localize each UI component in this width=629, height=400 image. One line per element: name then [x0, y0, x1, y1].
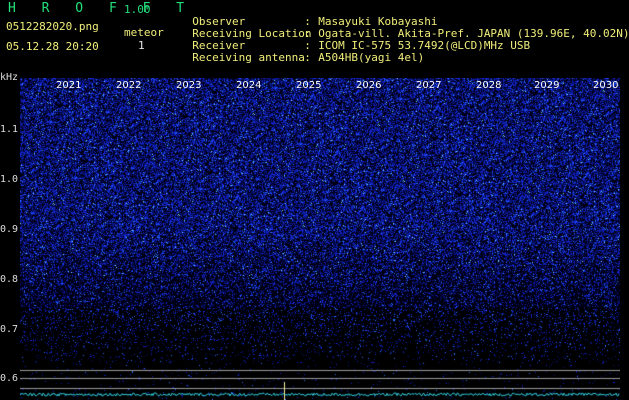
meteor-label: meteor	[124, 26, 164, 39]
y-tick-label: 0.7	[0, 324, 19, 335]
year-label: 2029	[534, 80, 560, 91]
year-label: 2027	[416, 80, 442, 91]
khz-unit-label: kHz	[0, 72, 19, 83]
info-sep: :	[304, 51, 311, 64]
timestamp-label: 05.12.28 20:20	[6, 40, 99, 53]
info-value: A504HB(yagi 4el)	[318, 51, 425, 64]
year-label: 2022	[116, 80, 142, 91]
meteor-count: 1	[138, 39, 145, 52]
y-tick-label: 1.1	[0, 124, 19, 135]
year-label: 2030	[593, 80, 619, 91]
info-antenna: Receiving antenna: A504HB(yagi 4el)	[179, 41, 424, 63]
year-label: 2025	[296, 80, 322, 91]
year-label: 2021	[56, 80, 82, 91]
year-label: 2028	[476, 80, 502, 91]
spectrogram-canvas	[20, 78, 620, 400]
year-label: 2023	[176, 80, 202, 91]
spectrogram-plot	[20, 78, 620, 400]
y-tick-label: 1.0	[0, 174, 19, 185]
year-label: 2024	[236, 80, 262, 91]
info-label: Receiving antenna	[192, 51, 305, 64]
y-tick-label: 0.8	[0, 274, 19, 285]
year-label: 2026	[356, 80, 382, 91]
y-tick-label: 0.9	[0, 224, 19, 235]
version-label: 1.00	[124, 3, 151, 16]
y-tick-label: 0.6	[0, 373, 19, 384]
app-title: H R O F F T	[8, 1, 194, 16]
filename-label: 0512282020.png	[6, 20, 99, 33]
